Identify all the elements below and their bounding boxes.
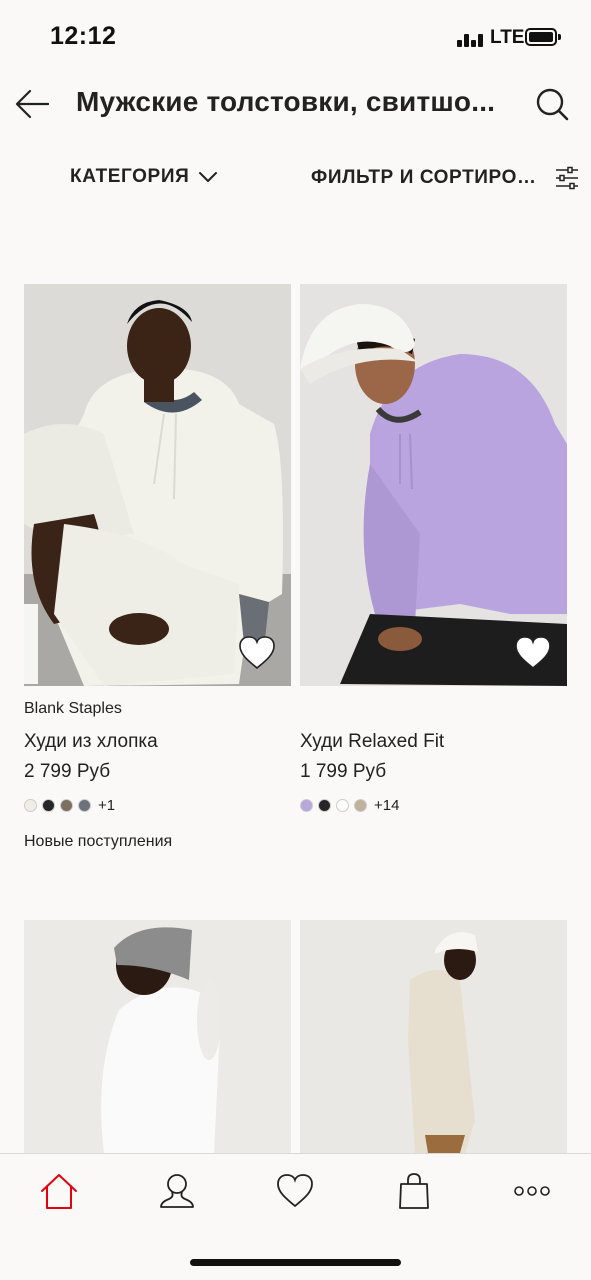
page-title: Мужские толстовки, свитшо... — [76, 86, 496, 117]
product-card[interactable] — [24, 920, 291, 1153]
more-icon — [514, 1186, 550, 1196]
nav-favorites[interactable] — [271, 1170, 319, 1212]
more-colors-count: +1 — [98, 797, 116, 814]
home-icon — [41, 1174, 77, 1209]
color-swatch[interactable] — [78, 799, 91, 812]
product-name[interactable]: Худи из хлопка — [24, 731, 158, 753]
color-swatch[interactable] — [300, 799, 313, 812]
nav-account[interactable] — [153, 1170, 201, 1212]
color-swatch[interactable] — [24, 799, 37, 812]
search-icon — [536, 88, 569, 121]
more-colors-count: +14 — [374, 797, 400, 814]
nav-home[interactable] — [35, 1170, 83, 1212]
product-image[interactable] — [300, 920, 567, 1153]
product-price: 2 799 Руб — [24, 761, 111, 782]
back-button[interactable] — [12, 84, 52, 124]
nav-bag[interactable] — [390, 1170, 438, 1212]
carrier-label: LTE — [490, 27, 525, 48]
add-to-favorites-button[interactable] — [514, 635, 552, 671]
sliders-icon — [556, 166, 578, 190]
product-card[interactable] — [300, 920, 567, 1153]
add-to-favorites-button[interactable] — [238, 635, 276, 671]
status-time: 12:12 — [50, 22, 117, 50]
color-swatch[interactable] — [60, 799, 73, 812]
nav-more[interactable] — [508, 1170, 556, 1212]
favorites-icon — [277, 1174, 313, 1208]
home-indicator — [190, 1259, 401, 1266]
header: Мужские толстовки, свитшо... — [0, 76, 591, 136]
battery-icon — [525, 28, 561, 46]
color-swatch[interactable] — [336, 799, 349, 812]
color-swatches: +1 — [24, 797, 115, 814]
product-image[interactable] — [24, 920, 291, 1153]
product-name[interactable]: Худи Relaxed Fit — [300, 731, 444, 753]
filter-bar: КАТЕГОРИЯ ФИЛЬТР И СОРТИРОВ... — [0, 160, 591, 200]
heart-icon — [515, 636, 551, 670]
filter-sort-button[interactable]: ФИЛЬТР И СОРТИРОВ... — [311, 166, 581, 190]
category-dropdown[interactable]: КАТЕГОРИЯ — [70, 166, 218, 188]
chevron-down-icon — [199, 172, 218, 182]
signal-icon — [457, 31, 485, 49]
filter-sort-label: ФИЛЬТР И СОРТИРОВ... — [311, 167, 547, 188]
arrow-left-icon — [15, 89, 49, 119]
color-swatch[interactable] — [318, 799, 331, 812]
color-swatches: +14 — [300, 797, 399, 814]
account-icon — [160, 1174, 194, 1208]
search-button[interactable] — [532, 84, 572, 124]
product-brand: Blank Staples — [24, 700, 122, 717]
color-swatch[interactable] — [354, 799, 367, 812]
new-arrival-tag: Новые поступления — [24, 833, 173, 850]
bag-icon — [399, 1173, 429, 1209]
product-card[interactable]: Blank Staples Худи из хлопка 2 799 Руб +… — [24, 284, 291, 864]
product-image[interactable] — [300, 284, 567, 686]
color-swatch[interactable] — [42, 799, 55, 812]
product-price: 1 799 Руб — [300, 761, 387, 782]
heart-icon — [239, 636, 275, 670]
status-bar: 12:12 LTE — [0, 0, 591, 76]
category-label: КАТЕГОРИЯ — [70, 166, 190, 187]
product-card[interactable]: Худи Relaxed Fit 1 799 Руб +14 — [300, 284, 567, 824]
product-image[interactable] — [24, 284, 291, 686]
